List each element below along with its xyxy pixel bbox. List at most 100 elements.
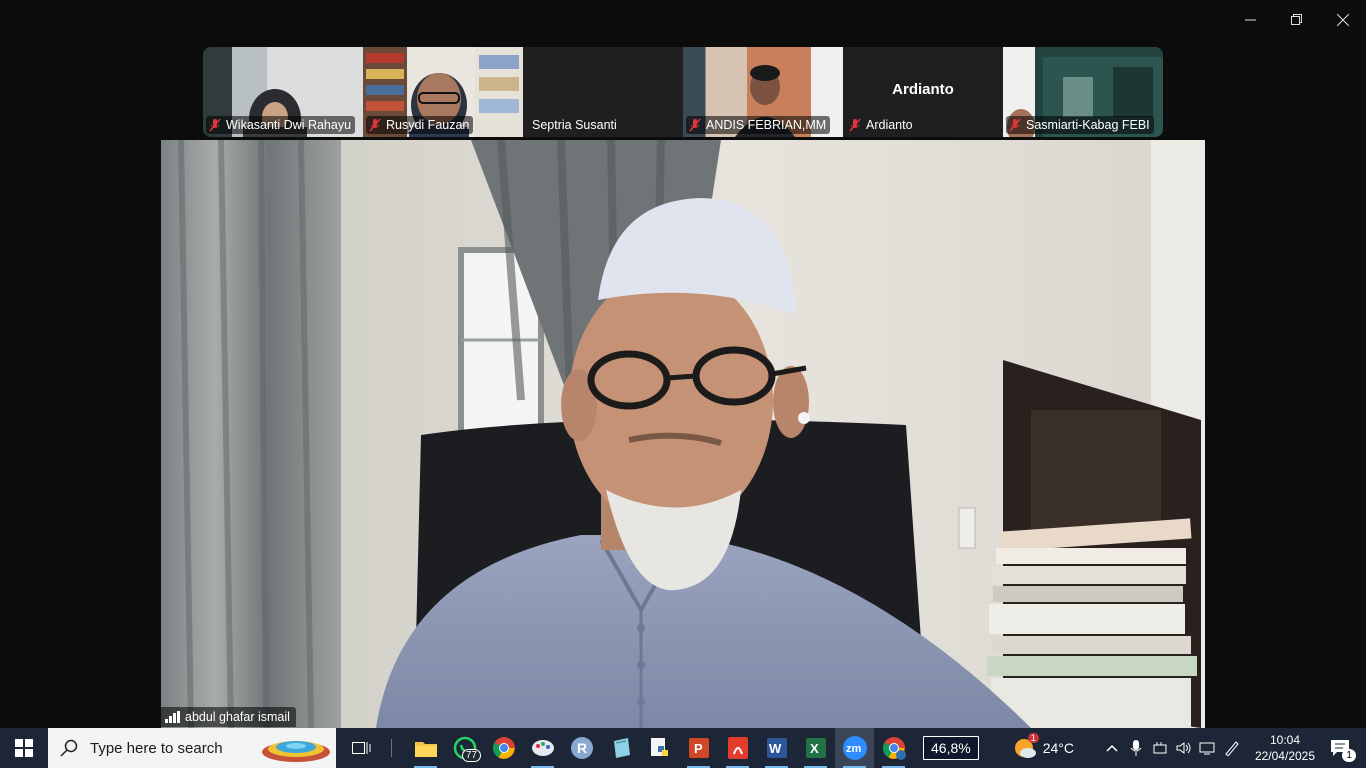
start-button[interactable]: [0, 728, 48, 768]
participant-name: Septria Susanti: [532, 118, 617, 132]
task-view-button[interactable]: [342, 728, 381, 768]
chrome-profile-icon: [882, 737, 906, 760]
mic-muted-icon: [849, 118, 861, 132]
word-button[interactable]: W: [757, 728, 796, 768]
notepad-icon: [613, 738, 630, 758]
task-view-icon: [351, 742, 370, 754]
chrome-icon: [492, 737, 515, 759]
pdf-reader-button[interactable]: [718, 728, 757, 768]
python-file-icon: [650, 738, 668, 756]
zoom-window: Wikasanti Dwi Rahayu Rusydi Fauzan Septr…: [0, 0, 1366, 728]
windows-logo-icon: [15, 739, 33, 757]
paint-icon: [531, 740, 554, 756]
active-speaker-label: abdul ghafar ismail: [161, 707, 296, 727]
battery-tray-button[interactable]: [1148, 728, 1172, 768]
chrome-button[interactable]: [484, 728, 523, 768]
temperature: 24°C: [1042, 740, 1074, 756]
participant-label: Rusydi Fauzan: [366, 116, 474, 134]
mic-muted-icon: [209, 118, 221, 132]
notifications-button[interactable]: 1: [1320, 728, 1360, 768]
excel-icon: X: [805, 738, 826, 758]
svg-text:P: P: [694, 741, 703, 756]
volume-button[interactable]: [1172, 728, 1196, 768]
participant-label: Ardianto: [846, 116, 917, 134]
powerpoint-icon: P: [688, 738, 709, 758]
close-button[interactable]: [1320, 0, 1366, 40]
mic-muted-icon: [1009, 118, 1021, 132]
microphone-icon: [1130, 740, 1141, 756]
mic-muted-icon: [689, 118, 701, 132]
word-icon: W: [766, 738, 787, 758]
r-button[interactable]: R: [562, 728, 601, 768]
whatsapp-badge: 77: [461, 749, 481, 762]
participant-tile[interactable]: Ardianto Ardianto: [843, 47, 1003, 137]
window-controls: [1228, 0, 1366, 40]
speaker-icon: [1176, 742, 1191, 754]
participant-tile[interactable]: ANDIS FEBRIAN,MM: [683, 47, 843, 137]
search-highlight-icon: [262, 741, 330, 762]
svg-text:W: W: [769, 741, 782, 756]
pen-icon: [1225, 741, 1239, 756]
python-button[interactable]: [640, 728, 679, 768]
whatsapp-button[interactable]: 77: [445, 728, 484, 768]
participant-label: Septria Susanti: [526, 116, 621, 134]
participant-label: ANDIS FEBRIAN,MM: [686, 116, 831, 134]
participant-tile[interactable]: Wikasanti Dwi Rahayu: [203, 47, 363, 137]
battery-indicator[interactable]: 46,8%: [913, 728, 985, 768]
signal-strength-icon: [165, 711, 180, 723]
active-speaker-video[interactable]: [161, 140, 1205, 728]
participant-label: Wikasanti Dwi Rahayu: [206, 116, 356, 134]
participant-name: ANDIS FEBRIAN,MM: [706, 118, 827, 132]
clock-date: 22/04/2025: [1254, 749, 1316, 763]
folder-icon: [414, 742, 437, 757]
minimize-button[interactable]: [1228, 0, 1274, 40]
network-icon: [1199, 742, 1215, 755]
svg-text:zm: zm: [846, 743, 862, 755]
chrome-profile-button[interactable]: [874, 728, 913, 768]
participant-name: Wikasanti Dwi Rahayu: [226, 118, 352, 132]
system-tray: [1100, 728, 1244, 768]
svg-text:X: X: [810, 741, 819, 756]
taskbar-separator: [391, 739, 392, 757]
minimize-icon: [1245, 19, 1256, 21]
excel-button[interactable]: X: [796, 728, 835, 768]
participant-tile[interactable]: Sasmiarti-Kabag FEBI: [1003, 47, 1163, 137]
search-icon: [60, 739, 78, 757]
powerpoint-button[interactable]: P: [679, 728, 718, 768]
clock-time: 10:04: [1269, 733, 1300, 747]
zoom-button[interactable]: zm: [835, 728, 874, 768]
close-icon: [1337, 14, 1349, 26]
taskbar: Type here to search 77 R P W X zm 46,8% …: [0, 728, 1366, 768]
participant-name: Rusydi Fauzan: [386, 118, 470, 132]
weather-badge: 1: [1027, 733, 1039, 743]
pdf-icon: [727, 737, 748, 759]
svg-text:R: R: [577, 740, 587, 756]
show-hidden-icons-button[interactable]: [1100, 728, 1124, 768]
participant-name: Sasmiarti-Kabag FEBI: [1026, 118, 1150, 132]
taskbar-search[interactable]: Type here to search: [48, 728, 336, 768]
restore-icon: [1291, 14, 1302, 25]
weather-widget[interactable]: 1 24°C: [1013, 733, 1074, 760]
participant-name: Ardianto: [866, 118, 913, 132]
participant-display-name: Ardianto: [892, 81, 954, 98]
weather-icon: 1: [1013, 733, 1039, 760]
restore-button[interactable]: [1274, 0, 1320, 40]
microphone-button[interactable]: [1124, 728, 1148, 768]
mic-muted-icon: [369, 118, 381, 132]
battery-plug-icon: [1153, 742, 1167, 754]
battery-percent: 46,8%: [931, 740, 971, 756]
paint-button[interactable]: [523, 728, 562, 768]
notification-count: 1: [1342, 749, 1356, 762]
notepad-button[interactable]: [601, 728, 640, 768]
file-explorer-button[interactable]: [406, 728, 445, 768]
participant-label: Sasmiarti-Kabag FEBI: [1006, 116, 1154, 134]
r-icon: R: [570, 737, 593, 759]
speaker-video-frame: [161, 140, 1205, 728]
participant-tile[interactable]: Septria Susanti: [523, 47, 683, 137]
pen-button[interactable]: [1220, 728, 1244, 768]
participant-strip: Wikasanti Dwi Rahayu Rusydi Fauzan Septr…: [203, 47, 1163, 137]
participant-tile[interactable]: Rusydi Fauzan: [363, 47, 523, 137]
network-button[interactable]: [1196, 728, 1220, 768]
chevron-up-icon: [1106, 744, 1118, 752]
clock[interactable]: 10:04 22/04/2025: [1250, 732, 1320, 764]
